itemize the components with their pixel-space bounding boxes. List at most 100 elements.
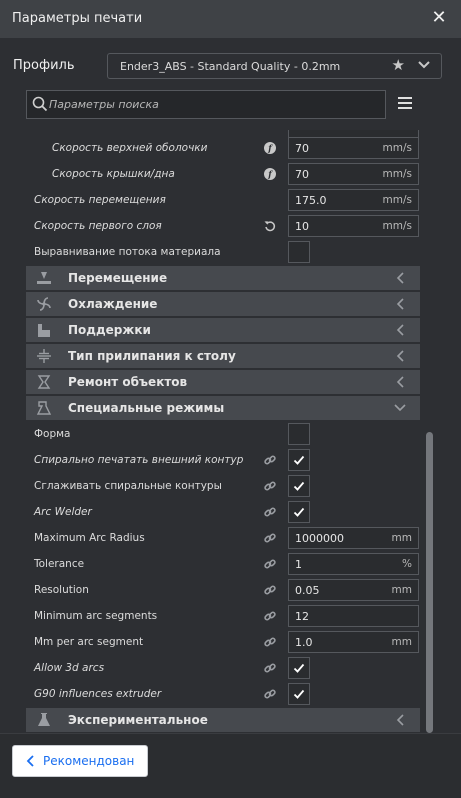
setting-row: Спирально печатать внешний контур [26,447,420,473]
setting-value: 1 [295,558,302,571]
profile-dropdown[interactable]: Ender3_ABS - Standard Quality - 0.2mm ★ [107,53,442,79]
link-icon[interactable] [264,610,276,622]
recommended-button[interactable]: Рекомендован [12,745,148,777]
chevron-left-icon [396,350,404,362]
search-box[interactable]: Параметры поиска [26,90,386,119]
function-icon[interactable]: f [264,168,276,180]
function-icon[interactable]: f [264,142,276,154]
chevron-left-icon [396,714,404,726]
checkmark-icon [293,689,305,699]
category-label: Ремонт объектов [68,375,188,389]
setting-value: 1000000 [295,532,344,545]
setting-unit: mm/s [382,194,412,206]
setting-checkbox[interactable] [288,241,310,263]
setting-checkbox[interactable] [288,449,310,471]
setting-value-field[interactable]: 175.0 mm/s [288,189,419,211]
category-label: Тип прилипания к столу [68,349,236,363]
category-label: Экспериментальное [68,713,208,727]
link-icon[interactable] [264,636,276,648]
category-experimental[interactable]: Экспериментальное [26,708,420,732]
setting-row: Maximum Arc Radius 1000000 mm [26,525,420,551]
category-label: Специальные режимы [68,401,225,415]
setting-label: Minimum arc segments [34,610,158,622]
setting-value: 1.0 [295,636,313,649]
setting-unit: mm/s [382,168,412,180]
resize-grip-icon[interactable] [218,789,244,793]
support-icon [38,324,50,337]
setting-label: Allow 3d arcs [34,662,105,674]
setting-value-field[interactable]: 10 mm/s [288,215,419,237]
mesh-fix-icon [37,375,51,389]
setting-value-field[interactable]: 70 mm/s [288,137,419,159]
setting-checkbox[interactable] [288,683,310,705]
category-travel[interactable]: Перемещение [26,266,420,290]
setting-row: Mm per arc segment 1.0 mm [26,629,420,655]
close-icon[interactable]: ✕ [431,9,447,27]
setting-row: Resolution 0.05 mm [26,577,420,603]
setting-unit: % [402,558,412,570]
link-icon[interactable] [264,532,276,544]
setting-label: Tolerance [34,558,85,570]
setting-value-field[interactable]: 12 [288,605,419,627]
setting-value: 12 [295,610,309,623]
setting-label: G90 influences extruder [34,688,162,700]
setting-row: Allow 3d arcs [26,655,420,681]
star-icon[interactable]: ★ [392,56,405,74]
category-label: Охлаждение [68,297,158,311]
category-mesh-fixes[interactable]: Ремонт объектов [26,370,420,394]
setting-label: Выравнивание потока материала [34,246,221,258]
setting-unit: mm [391,584,412,596]
category-cooling[interactable]: Охлаждение [26,292,420,316]
category-label: Перемещение [68,271,168,285]
setting-value-field[interactable]: 0.05 mm [288,579,419,601]
setting-checkbox[interactable] [288,657,310,679]
setting-row: Arc Welder [26,499,420,525]
setting-row: G90 influences extruder [26,681,420,707]
settings-menu-icon[interactable] [398,97,412,109]
setting-value-field[interactable]: 1 % [288,553,419,575]
setting-row: Сглаживать спиральные контуры [26,473,420,499]
setting-value: 70 [295,142,309,155]
setting-value-field[interactable]: 70 mm/s [288,163,419,185]
chevron-down-icon [418,61,430,69]
checkmark-icon [293,481,305,491]
link-icon[interactable] [264,584,276,596]
link-icon[interactable] [264,662,276,674]
link-icon[interactable] [264,480,276,492]
setting-value: 175.0 [295,194,327,207]
link-icon[interactable] [264,558,276,570]
setting-label: Скорость верхней оболочки [52,142,208,154]
flask-icon [38,713,50,726]
setting-value-field[interactable]: 1.0 mm [288,631,419,653]
adhesion-icon [37,349,51,363]
setting-row: Форма [26,421,420,447]
scrollbar[interactable] [426,432,433,733]
recommended-button-label: Рекомендован [43,754,135,768]
link-icon[interactable] [264,506,276,518]
travel-icon [37,272,51,284]
category-support[interactable]: Поддержки [26,318,420,342]
reset-icon[interactable] [264,220,276,232]
settings-list[interactable]: Скорость верхней оболочки f 70 mm/s Скор… [26,130,420,734]
chevron-left-icon [396,272,404,284]
setting-row: Скорость перемещения 175.0 mm/s [26,187,420,213]
setting-value-field[interactable]: 1000000 mm [288,527,419,549]
category-special-modes[interactable]: Специальные режимы [26,396,420,420]
setting-unit: mm [391,636,412,648]
setting-label: Скорость первого слоя [34,220,162,232]
link-icon[interactable] [264,454,276,466]
setting-label: Mm per arc segment [34,636,144,648]
setting-checkbox[interactable] [288,423,310,445]
special-modes-icon [36,401,52,415]
dialog-titlebar: Параметры печати ✕ [0,0,461,38]
setting-checkbox[interactable] [288,475,310,497]
setting-checkbox[interactable] [288,501,310,523]
checkmark-icon [293,507,305,517]
link-icon[interactable] [264,688,276,700]
category-adhesion[interactable]: Тип прилипания к столу [26,344,420,368]
setting-value: 0.05 [295,584,320,597]
chevron-left-icon [26,755,34,767]
chevron-left-icon [396,376,404,388]
dialog-title: Параметры печати [12,11,143,26]
checkmark-icon [293,455,305,465]
